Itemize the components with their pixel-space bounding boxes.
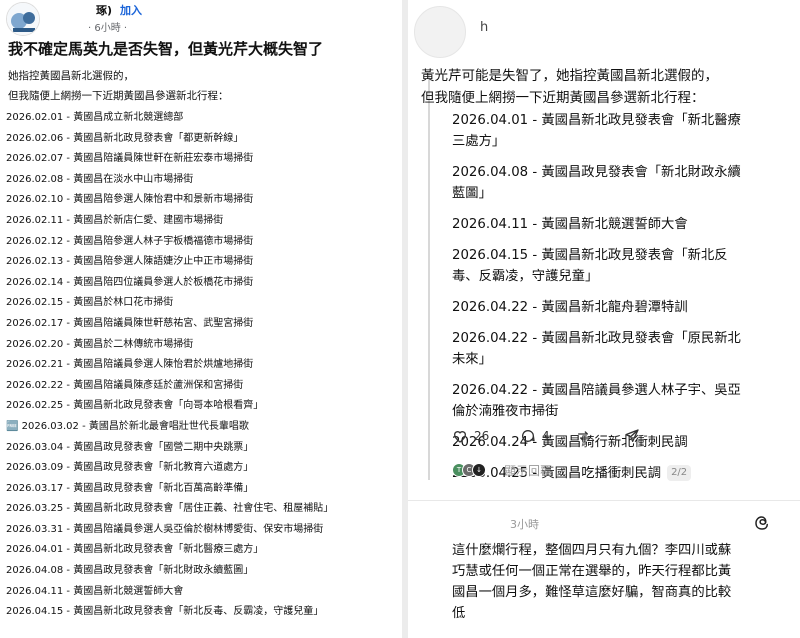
- reply-text: 這什麼爛行程，整個四月只有九個？李四川或蘇 巧慧或任何一個正常在選舉的，昨天行程…: [452, 540, 792, 624]
- schedule-item: 2026.03.25 - 黃國昌新北政見發表會「居住正義、社會住宅、租屋補貼」: [6, 503, 334, 515]
- repost-button[interactable]: [576, 428, 592, 444]
- schedule-item: 2026.04.15 - 黃國昌新北政見發表會「新北反毒、反霸凌，守護兒童」: [6, 606, 324, 618]
- schedule-item: 2026.03.09 - 黃國昌政見發表會「新北教育六道處方」: [6, 462, 254, 474]
- post-intro-line-2: 但我隨便上網撈一下近期黃國昌參選新北行程：: [8, 90, 229, 102]
- thread-schedule-line: 2026.04.08 - 黃國昌政見發表會「新北財政永續: [452, 165, 741, 180]
- join-button[interactable]: 加入: [120, 2, 142, 18]
- repost-icon: [578, 431, 590, 441]
- thread-schedule-item: 2026.04.22 - 黃國昌陪議員參選人林子宇、吳亞 倫於湳雅夜市掃街: [452, 380, 792, 427]
- group-logo-icon: [7, 3, 39, 35]
- schedule-item: 2026.02.15 - 黃國昌於林口花市掃街: [6, 297, 174, 309]
- action-bar: 26 4: [452, 428, 792, 450]
- heart-icon: [453, 431, 467, 443]
- threads-logo-icon[interactable]: [753, 514, 771, 532]
- schedule-item: 2026.04.08 - 黃國昌政見發表會「新北財政永續藍圖」: [6, 565, 254, 577]
- thread-schedule-item: 2026.04.08 - 黃國昌政見發表會「新北財政永續 藍圖」: [452, 162, 792, 209]
- schedule-list: 2026.02.01 - 黃國昌成立新北競選總部 2026.02.06 - 黃國昌…: [6, 108, 400, 623]
- thread-schedule-line: 三處方」: [452, 134, 506, 149]
- reply-line: 這什麼爛行程，整個四月只有九個？李四川或蘇: [452, 543, 732, 558]
- schedule-item: 2026.02.01 - 黃國昌成立新北競選總部: [6, 112, 184, 123]
- thread-schedule-line: 2206.04.25 - 黃國昌吃播衝刺民調 2/2: [452, 463, 792, 484]
- thread-intro-line-1: 黃光芹可能是失智了，她指控黃國昌新北選假的，: [421, 68, 718, 84]
- schedule-item: 2026.04.11 - 黃國昌新北競選誓師大會: [6, 585, 184, 597]
- username[interactable]: h: [480, 20, 488, 35]
- thread-schedule-item: 2026.04.22 - 黃國昌新北政見發表會「原民新北 未來」: [452, 328, 792, 375]
- reply-separator: [408, 500, 800, 501]
- reply-line: 巧慧或任何一個正常在選舉的，昨天行程都比黃: [452, 564, 732, 579]
- thread-schedule-item: 2026.04.22 - 黃國昌新北龍舟碧潭特訓: [452, 297, 792, 323]
- schedule-item: 🆓 2026.03.02 - 黃國昌於新北最會唱壯世代長輩唱歌: [6, 420, 249, 432]
- reply-line: 低: [452, 606, 466, 621]
- schedule-item: 2026.02.17 - 黃國昌陪議員陳世軒慈祐宮、武聖宮掃街: [6, 317, 254, 329]
- post-header: 琢) 加入 · 6小時 ·: [0, 0, 402, 40]
- threads-post-panel: h 黃光芹可能是失智了，她指控黃國昌新北選假的， 但我隨便上網撈一下近期黃國昌參…: [408, 0, 800, 638]
- thread-schedule-line: 2026.04.22 - 黃國昌新北龍舟碧潭特訓: [452, 300, 688, 315]
- thread-schedule-item: 2026.04.15 - 黃國昌新北政見發表會「新北反 毒、反霸凌，守護兒童」: [452, 245, 792, 292]
- thread-schedule-item: 2026.04.01 - 黃國昌新北政見發表會「新北醫療 三處方」: [452, 110, 792, 157]
- thread-schedule-line: 2026.04.11 - 黃國昌新北競選誓師大會: [452, 217, 688, 232]
- reply-time: 3小時: [510, 518, 539, 531]
- thread-schedule-line: 藍圖」: [452, 186, 492, 201]
- thread-schedule-line: 倫於湳雅夜市掃街: [452, 404, 559, 419]
- schedule-item: 2026.02.22 - 黃國昌陪議員陳彥廷於蘆洲保和宮掃街: [6, 379, 244, 391]
- facebook-post-panel: 琢) 加入 · 6小時 · 我不確定馬英九是否失智，但黃光芹大概失智了 她指控黃…: [0, 0, 402, 638]
- schedule-item: 2026.02.06 - 黃國昌新北政見發表會「都更新幹線」: [6, 132, 244, 144]
- thread-schedule-line: 2026.04.15 - 黃國昌新北政見發表會「新北反: [452, 248, 728, 263]
- like-count: 26: [474, 429, 490, 443]
- schedule-item: 2026.03.17 - 黃國昌政見發表會「新北百萬高齡準備」: [6, 482, 254, 494]
- replier-avatar: ↓: [472, 463, 486, 477]
- comment-button[interactable]: 4: [520, 428, 550, 444]
- thread-schedule-line: 毒、反霸凌，守護兒童」: [452, 269, 599, 284]
- reply-line: 國昌一個月多，難怪草這麼好騙，智商真的比較: [452, 585, 732, 600]
- schedule-item: 2026.02.14 - 黃國昌陪四位議員參選人於板橋花市掃街: [6, 276, 254, 288]
- thread-schedule-item: 2026.04.11 - 黃國昌新北競選誓師大會: [452, 214, 792, 240]
- schedule-item: 2026.02.13 - 黃國昌陪參選人陳語婕汐止中正市場掃街: [6, 256, 254, 268]
- schedule-item: 2026.02.08 - 黃國昌在淡水中山市場掃街: [6, 173, 194, 185]
- thread-schedule-line: 2026.04.01 - 黃國昌新北政見發表會「新北醫療: [452, 113, 741, 128]
- schedule-item: 2026.04.01 - 黃國昌新北政見發表會「新北醫療三處方」: [6, 544, 264, 556]
- schedule-item: 2026.02.10 - 黃國昌陪參選人陳怡君中和景新市場掃街: [6, 194, 254, 206]
- group-avatar[interactable]: [6, 2, 40, 36]
- post-time[interactable]: · 6小時 ·: [88, 19, 127, 34]
- thread-line: [428, 75, 430, 480]
- schedule-item: 2026.02.20 - 黃國昌於二林傳統市場掃街: [6, 338, 194, 350]
- replier-avatars: T C ↓: [452, 463, 486, 477]
- user-avatar[interactable]: [414, 6, 466, 58]
- poster-name[interactable]: 琢): [96, 2, 112, 18]
- post-title: 我不確定馬英九是否失智，但黃光芹大概失智了: [8, 40, 324, 58]
- post-intro-line-1: 她指控黃國昌新北選假的，: [8, 70, 134, 82]
- show-replies-link[interactable]: 顯示回覆: [504, 462, 552, 479]
- page-indicator: 2/2: [667, 465, 692, 481]
- thread-schedule-line: 未來」: [452, 352, 492, 367]
- comment-count: 4: [542, 429, 550, 443]
- thread-intro-line-2: 但我隨便上網撈一下近期黃國昌參選新北行程：: [421, 90, 705, 106]
- schedule-item: 2026.02.07 - 黃國昌陪議員陳世軒在新莊宏泰市場掃街: [6, 153, 254, 165]
- schedule-item: 2026.02.11 - 黃國昌於新店仁愛、建國市場掃街: [6, 214, 224, 226]
- schedule-item: 2026.02.25 - 黃國昌新北政見發表會「向哥本哈根看齊」: [6, 400, 264, 412]
- schedule-item: 2026.02.21 - 黃國昌陪議員參選人陳怡君於烘爐地掃街: [6, 359, 254, 371]
- like-button[interactable]: 26: [452, 428, 489, 444]
- share-button[interactable]: [624, 428, 640, 444]
- schedule-item: 2026.02.12 - 黃國昌陪參選人林子宇板橋福德市場掃街: [6, 235, 254, 247]
- thread-schedule-line: 2026.04.22 - 黃國昌陪議員參選人林子宇、吳亞: [452, 383, 741, 398]
- thread-schedule-item: 2206.04.25 - 黃國昌吃播衝刺民調 2/2: [452, 463, 792, 489]
- thread-schedule-line: 2026.04.22 - 黃國昌新北政見發表會「原民新北: [452, 331, 741, 346]
- schedule-item: 2026.03.04 - 黃國昌政見發表會「國營二期中央跳票」: [6, 441, 254, 453]
- share-icon: [625, 429, 639, 442]
- comment-icon: [522, 430, 535, 442]
- schedule-item: 2026.03.31 - 黃國昌陪議員參選人吳亞倫於樹林博愛街、保安市場掃街: [6, 523, 324, 535]
